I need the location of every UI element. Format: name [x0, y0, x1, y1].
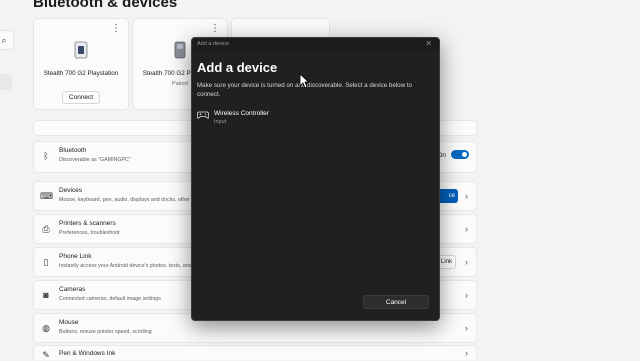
row-title: Bluetooth: [59, 147, 87, 154]
chevron-right-icon: ›: [465, 224, 468, 234]
mouse-icon: ◍: [42, 323, 50, 333]
device-card[interactable]: ⋮ Stealth 700 G2 Playstation Connect: [33, 18, 129, 110]
chevron-right-icon: ›: [465, 257, 468, 267]
search-icon[interactable]: ⌕: [0, 30, 14, 50]
pen-row[interactable]: ✎ Pen & Windows Ink ›: [33, 345, 477, 360]
device-name: Stealth 700 G2 Playstation: [43, 70, 119, 77]
row-subtitle: Connected cameras, default image setting…: [59, 296, 161, 302]
headset-icon: [74, 41, 88, 59]
row-title: Pen & Windows Ink: [59, 350, 116, 357]
row-title: Printers & scanners: [59, 220, 116, 227]
row-subtitle: Instantly access your Android device's p…: [59, 263, 192, 269]
dialog-titlebar[interactable]: Add a device ✕: [192, 38, 439, 50]
add-device-dialog: Add a device ✕ Add a device Make sure yo…: [191, 37, 440, 321]
mouse-cursor-icon: [299, 73, 309, 89]
row-subtitle: Discoverable as "GAMINGPC": [59, 157, 131, 163]
pen-icon: ✎: [42, 350, 50, 360]
more-options-icon[interactable]: ⋮: [210, 23, 220, 34]
row-title: Cameras: [59, 286, 86, 293]
dialog-window-title: Add a device: [197, 41, 229, 47]
more-options-icon[interactable]: ⋮: [111, 23, 121, 34]
row-title: Phone Link: [59, 253, 92, 260]
device-type: Input: [214, 119, 227, 125]
chevron-right-icon: ›: [465, 290, 468, 300]
row-subtitle: Preferences, troubleshoot: [59, 230, 120, 236]
nav-item[interactable]: [0, 74, 12, 90]
keyboard-icon: ⌨: [40, 191, 53, 201]
chevron-right-icon: ›: [465, 191, 468, 201]
bluetooth-toggle[interactable]: [451, 150, 469, 159]
chevron-right-icon: ›: [465, 348, 468, 358]
row-title: Devices: [59, 187, 83, 194]
page-title: Bluetooth & devices: [33, 0, 178, 11]
phone-icon: ▯: [43, 257, 49, 267]
chevron-right-icon: ›: [465, 323, 468, 333]
row-subtitle: Buttons, mouse pointer speed, scrolling: [59, 329, 152, 335]
bluetooth-icon: ᛒ: [43, 151, 49, 161]
cancel-button[interactable]: Cancel: [363, 295, 429, 309]
discovered-device-item[interactable]: Wireless Controller Input: [197, 108, 432, 126]
gamepad-icon: [197, 111, 209, 119]
dialog-footer: Cancel: [192, 290, 439, 320]
row-title: Mouse: [59, 319, 79, 326]
dialog-heading: Add a device: [197, 60, 278, 75]
close-icon[interactable]: ✕: [425, 39, 432, 48]
connect-button[interactable]: Connect: [61, 91, 101, 104]
headset-icon: [174, 41, 186, 59]
row-subtitle: Mouse, keyboard, pen, audio, displays an…: [59, 197, 191, 203]
dialog-description: Make sure your device is turned on and d…: [197, 82, 412, 98]
printer-icon: ⎙: [42, 224, 50, 234]
camera-icon: ◙: [43, 290, 49, 300]
device-name: Wireless Controller: [214, 110, 269, 117]
